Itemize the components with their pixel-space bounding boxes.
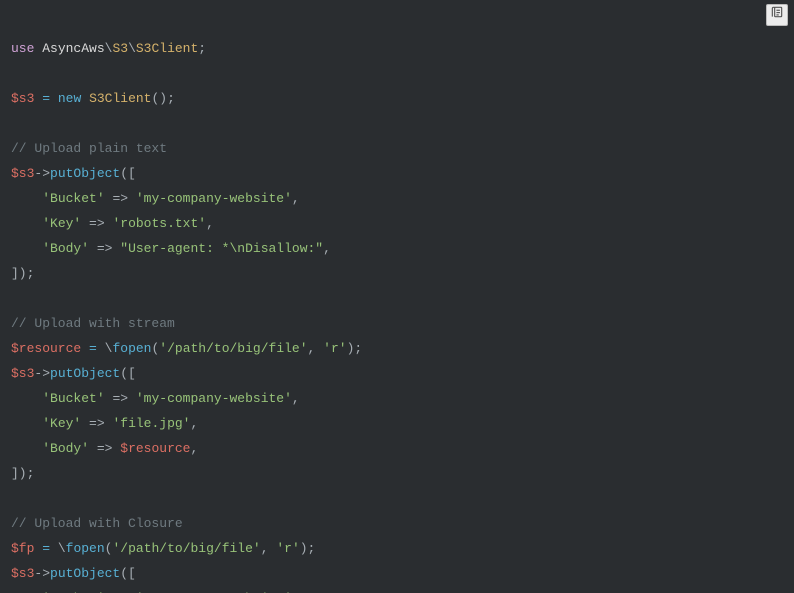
string-literal: 'r': [323, 341, 346, 356]
string-literal: 'my-company-website': [136, 191, 292, 206]
variable: $resource: [11, 341, 81, 356]
namespace: AsyncAws: [42, 41, 104, 56]
variable: $s3: [11, 91, 34, 106]
code-line: 'Key' => 'file.jpg',: [11, 416, 198, 431]
string-literal: '/path/to/big/file': [112, 541, 260, 556]
variable: $s3: [11, 166, 34, 181]
class-name: S3Client: [136, 41, 198, 56]
clipboard-icon: [770, 3, 784, 28]
string-literal: '/path/to/big/file': [159, 341, 307, 356]
function-call: fopen: [112, 341, 151, 356]
code-line: ]);: [11, 266, 34, 281]
string-literal: 'robots.txt': [112, 216, 206, 231]
code-line: 'Bucket' => 'my-company-website',: [11, 191, 300, 206]
comment: // Upload plain text: [11, 141, 167, 156]
code-line: $s3->putObject([: [11, 366, 136, 381]
string-literal: 'r': [276, 541, 299, 556]
code-line: use AsyncAws\S3\S3Client;: [11, 41, 206, 56]
class-name: S3Client: [89, 91, 151, 106]
code-line: $s3->putObject([: [11, 166, 136, 181]
variable: $s3: [11, 566, 34, 581]
code-line: $resource = \fopen('/path/to/big/file', …: [11, 341, 362, 356]
variable: $fp: [11, 541, 34, 556]
keyword-use: use: [11, 41, 34, 56]
comment: // Upload with stream: [11, 316, 175, 331]
string-literal: 'file.jpg': [112, 416, 190, 431]
method-call: putObject: [50, 366, 120, 381]
code-block: use AsyncAws\S3\S3Client; $s3 = new S3Cl…: [0, 0, 794, 593]
code-line: 'Key' => 'robots.txt',: [11, 216, 214, 231]
method-call: putObject: [50, 166, 120, 181]
variable: $s3: [11, 366, 34, 381]
method-call: putObject: [50, 566, 120, 581]
code-line: ]);: [11, 466, 34, 481]
string-literal: 'my-company-website': [136, 391, 292, 406]
copy-button[interactable]: [766, 4, 788, 26]
function-call: fopen: [66, 541, 105, 556]
code-line: 'Body' => $resource,: [11, 441, 198, 456]
code-line: $s3->putObject([: [11, 566, 136, 581]
code-line: 'Body' => "User-agent: *\nDisallow:",: [11, 241, 331, 256]
code-line: 'Bucket' => 'my-company-website',: [11, 391, 300, 406]
namespace: S3: [112, 41, 128, 56]
code-line: $s3 = new S3Client();: [11, 91, 175, 106]
comment: // Upload with Closure: [11, 516, 183, 531]
string-literal: "User-agent: *\nDisallow:": [120, 241, 323, 256]
code-line: $fp = \fopen('/path/to/big/file', 'r');: [11, 541, 315, 556]
keyword-new: new: [58, 91, 81, 106]
variable: $resource: [120, 441, 190, 456]
